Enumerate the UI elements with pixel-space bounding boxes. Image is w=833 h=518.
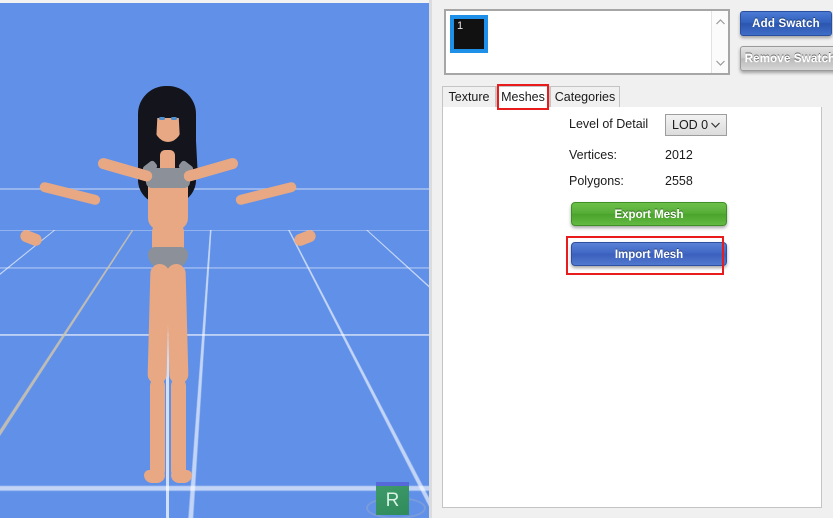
vertices-value: 2012 (665, 148, 693, 162)
swatch-list[interactable]: 1 (444, 9, 730, 75)
tab-strip: Texture Meshes Categories (442, 86, 822, 108)
sim-character-model (0, 0, 432, 518)
tab-categories[interactable]: Categories (550, 86, 620, 108)
chevron-down-icon (711, 115, 720, 136)
add-swatch-button[interactable]: Add Swatch (740, 11, 832, 36)
tab-meshes[interactable]: Meshes (496, 86, 550, 108)
view-orientation-gizmo[interactable]: R (376, 482, 409, 515)
polygons-label: Polygons: (569, 174, 624, 188)
remove-swatch-button[interactable]: Remove Swatch (740, 46, 833, 71)
chevron-up-icon[interactable] (712, 13, 729, 30)
vertices-label: Vertices: (569, 148, 617, 162)
level-of-detail-label: Level of Detail (569, 117, 649, 131)
model-viewport[interactable]: R (0, 0, 432, 518)
swatch-item[interactable]: 1 (450, 15, 488, 53)
meshes-tab-pane: Level of Detail LOD 0 Vertices: 2012 Pol… (442, 107, 822, 508)
level-of-detail-value: LOD 0 (672, 118, 709, 132)
chevron-down-icon[interactable] (712, 54, 729, 71)
editor-panel: 1 Add Swatch Remove Swatch Texture Meshe… (432, 0, 833, 518)
tab-texture[interactable]: Texture (442, 86, 496, 108)
export-mesh-button[interactable]: Export Mesh (571, 202, 727, 226)
application-window: R 1 Add Swatch Remove Swatch Texture Mes… (0, 0, 833, 518)
polygons-value: 2558 (665, 174, 693, 188)
import-mesh-button[interactable]: Import Mesh (571, 242, 727, 266)
swatch-list-scrollbar[interactable] (711, 11, 728, 73)
level-of-detail-select[interactable]: LOD 0 (665, 114, 727, 136)
